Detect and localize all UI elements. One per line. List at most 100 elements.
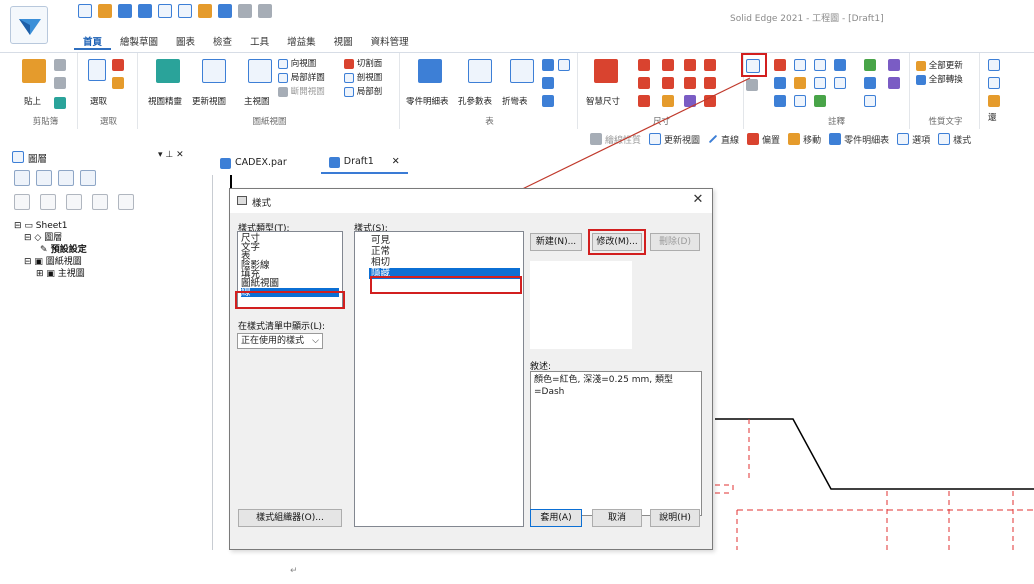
dim-tool-icon-12[interactable] — [704, 95, 716, 107]
dialog-close-button[interactable]: ✕ — [690, 192, 706, 208]
cutting-plane-button[interactable]: 切割面 — [344, 57, 382, 69]
close-tab-icon[interactable]: ✕ — [392, 152, 400, 172]
layer-tool-icon-4[interactable] — [92, 194, 108, 210]
paste-button[interactable]: 貼上 — [24, 95, 41, 107]
annot-tool-icon-12[interactable] — [888, 77, 900, 89]
line-properties-button[interactable]: 繪線性質 — [590, 133, 641, 146]
update-views-tb-button[interactable]: 更新視圖 — [649, 133, 700, 146]
style-organizer-button[interactable]: 樣式組織器(O)... — [238, 509, 342, 527]
paste-icon[interactable] — [22, 59, 46, 83]
format-painter-icon[interactable] — [54, 97, 66, 109]
select-filter-icon[interactable] — [112, 59, 124, 71]
select-box-icon[interactable] — [112, 77, 124, 89]
style-normal[interactable]: 正常 — [371, 246, 520, 257]
annot-tool-icon-15[interactable] — [814, 95, 826, 107]
panel-tab-icon-3[interactable] — [58, 170, 74, 186]
new-layer-icon[interactable] — [14, 194, 30, 210]
print-icon[interactable] — [158, 4, 172, 18]
cut-icon[interactable] — [54, 59, 66, 71]
dim-tool-icon-11[interactable] — [684, 95, 696, 107]
tab-sketch[interactable]: 繪製草圖 — [111, 36, 167, 50]
select-arrow-icon[interactable] — [88, 59, 106, 81]
save-as-icon[interactable] — [138, 4, 152, 18]
tree-node-main-view[interactable]: ⊞ ▣ 主視圖 — [14, 268, 87, 280]
copy-icon[interactable] — [54, 77, 66, 89]
view-wizard-icon[interactable] — [156, 59, 180, 83]
tab-tools[interactable]: 工具 — [241, 36, 278, 50]
bend-table-icon[interactable] — [510, 59, 534, 83]
parts-list-icon[interactable] — [418, 59, 442, 83]
tree-node-sheet1[interactable]: ⊟ ▭ Sheet1 — [14, 220, 87, 232]
dim-tool-icon-3[interactable] — [684, 59, 696, 71]
annot-tool-icon-10[interactable] — [834, 77, 846, 89]
hide-layer-icon[interactable] — [66, 194, 82, 210]
style-hidden[interactable]: 隱藏 — [369, 268, 520, 279]
section-view-button[interactable]: 剖視圖 — [344, 71, 382, 83]
annot-tool-icon-7[interactable] — [774, 77, 786, 89]
bend-table-button[interactable]: 折彎表 — [502, 95, 528, 107]
annot-tool-icon-16[interactable] — [864, 95, 876, 107]
dim-tool-icon-8[interactable] — [704, 77, 716, 89]
table-tool-icon-2[interactable] — [558, 59, 570, 71]
tree-node-drawing-views[interactable]: ⊟ ▣ 圖紙視圖 — [14, 256, 87, 268]
table-tool-icon-4[interactable] — [542, 95, 554, 107]
annot-tool-icon-8[interactable] — [794, 77, 806, 89]
style-type-drawing-view[interactable]: 圖紙視圖 — [241, 279, 339, 289]
update-views-icon[interactable] — [202, 59, 226, 83]
undo-icon[interactable] — [218, 4, 232, 18]
annot-tool-icon-2[interactable] — [794, 59, 806, 71]
extra-tool-icon-1[interactable] — [988, 59, 1000, 71]
dim-tool-icon-5[interactable] — [638, 77, 650, 89]
dim-tool-icon-9[interactable] — [638, 95, 650, 107]
style-type-line[interactable]: 線 — [241, 288, 339, 297]
doc-tab-draft1[interactable]: Draft1 ✕ — [320, 152, 408, 174]
annot-tool-icon-13[interactable] — [774, 95, 786, 107]
broken-view-button[interactable]: 斷開視圖 — [278, 85, 325, 97]
show-layer-icon[interactable] — [40, 194, 56, 210]
update-all-button[interactable]: 全部更新 — [916, 59, 963, 71]
delete-style-button[interactable]: 刪除(D) — [650, 233, 700, 251]
annot-tool-icon-5[interactable] — [864, 59, 876, 71]
annot-tool-icon-11[interactable] — [864, 77, 876, 89]
show-in-list-select[interactable]: 正在使用的樣式 ⌵ — [237, 333, 323, 349]
tab-view[interactable]: 視圖 — [325, 36, 362, 50]
window-icon[interactable] — [178, 4, 192, 18]
style-type-text[interactable]: 文字 — [241, 243, 339, 253]
back-button[interactable]: 還 — [988, 111, 997, 123]
tree-node-layers[interactable]: ⊟ ◇ 圖層 — [14, 232, 87, 244]
auxiliary-view-button[interactable]: 向視圖 — [278, 57, 316, 69]
doc-tab-cadex[interactable]: CADEX.par — [212, 152, 295, 174]
modify-style-button[interactable]: 修改(M)... — [592, 233, 642, 251]
annot-tool-icon-1[interactable] — [774, 59, 786, 71]
detail-view-button[interactable]: 局部詳圖 — [278, 71, 325, 83]
open-file-icon[interactable] — [98, 4, 112, 18]
annot-tool-icon-14[interactable] — [794, 95, 806, 107]
tab-data-management[interactable]: 資料管理 — [362, 36, 418, 50]
style-tangent[interactable]: 相切 — [371, 257, 520, 268]
offset-button[interactable]: 偏置 — [747, 133, 780, 146]
app-menu-button[interactable] — [10, 6, 48, 44]
move-button[interactable]: 移動 — [788, 133, 821, 146]
cancel-button[interactable]: 取消 — [592, 509, 642, 527]
update-views-button[interactable]: 更新視圖 — [192, 95, 226, 107]
panel-tab-icon-1[interactable] — [14, 170, 30, 186]
new-style-button[interactable]: 新建(N)... — [530, 233, 582, 251]
extra-tool-icon-2[interactable] — [988, 77, 1000, 89]
annot-tool-icon-4[interactable] — [834, 59, 846, 71]
annot-tool-icon-3[interactable] — [814, 59, 826, 71]
smart-dimension-button[interactable]: 智慧尺寸 — [586, 95, 620, 107]
style-type-list[interactable]: 尺寸 文字 表 陰影線 填充 圖紙視圖 線 — [237, 231, 343, 309]
dim-tool-icon-6[interactable] — [662, 77, 674, 89]
pin-icon[interactable] — [198, 4, 212, 18]
dimension-style-icon[interactable] — [746, 59, 760, 73]
options-button[interactable]: 選項 — [897, 133, 930, 146]
dim-tool-icon-2[interactable] — [662, 59, 674, 71]
tree-node-default[interactable]: ✎ 預設設定 — [14, 244, 87, 256]
tab-inspect[interactable]: 檢查 — [204, 36, 241, 50]
table-tool-icon-1[interactable] — [542, 59, 554, 71]
parts-list-button[interactable]: 零件明細表 — [406, 95, 449, 107]
table-tool-icon-3[interactable] — [542, 77, 554, 89]
layer-tool-icon-5[interactable] — [118, 194, 134, 210]
select-button[interactable]: 選取 — [90, 95, 107, 107]
annot-tool-icon-9[interactable] — [814, 77, 826, 89]
